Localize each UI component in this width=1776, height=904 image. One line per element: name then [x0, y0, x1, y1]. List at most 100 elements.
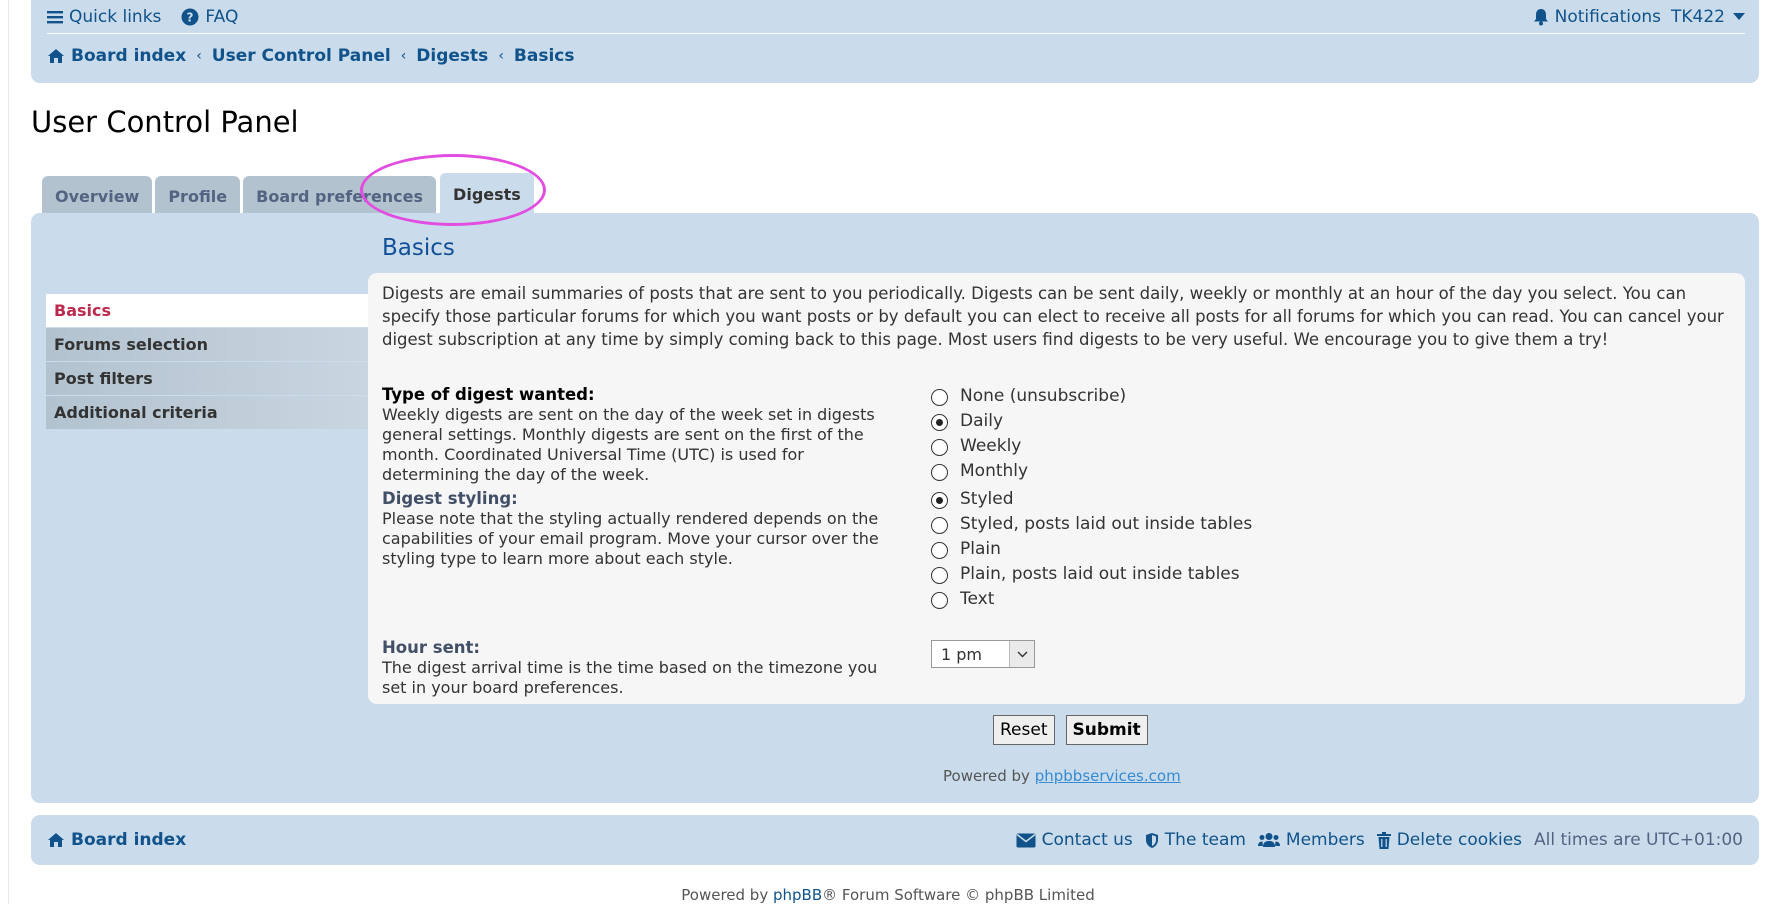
- sidebar-item-basics[interactable]: Basics: [46, 294, 368, 327]
- digest-styling-label: Digest styling:: [382, 489, 518, 508]
- form-buttons: Reset Submit: [993, 715, 1148, 745]
- radio-option-styled-tables[interactable]: Styled, posts laid out inside tables: [931, 511, 1252, 536]
- delete-cookies-label: Delete cookies: [1396, 830, 1523, 850]
- phpbbservices-link[interactable]: phpbbservices.com: [1035, 767, 1181, 785]
- radio-button[interactable]: [931, 542, 948, 559]
- reset-button[interactable]: Reset: [993, 715, 1055, 745]
- digest-styling-field: Digest styling: Please note that the sty…: [382, 489, 902, 569]
- radio-option-daily[interactable]: Daily: [931, 408, 1126, 433]
- radio-option-weekly[interactable]: Weekly: [931, 433, 1126, 458]
- radio-label: Styled, posts laid out inside tables: [960, 513, 1253, 534]
- digest-type-field: Type of digest wanted: Weekly digests ar…: [382, 385, 902, 485]
- radio-button[interactable]: [931, 464, 948, 481]
- breadcrumb-label: Digests: [416, 46, 489, 66]
- radio-option-styled[interactable]: Styled: [931, 486, 1252, 511]
- digest-type-options: None (unsubscribe) Daily Weekly Monthly: [931, 383, 1126, 483]
- radio-option-plain-tables[interactable]: Plain, posts laid out inside tables: [931, 561, 1252, 586]
- the-team-label: The team: [1164, 830, 1246, 850]
- copyright-suffix: ® Forum Software © phpBB Limited: [822, 886, 1095, 904]
- hour-sent-select[interactable]: 1 pm: [931, 640, 1035, 668]
- radio-button[interactable]: [931, 592, 948, 609]
- caret-down-icon: [1733, 12, 1745, 21]
- breadcrumb-ucp[interactable]: User Control Panel: [212, 46, 391, 66]
- header-navbar: Quick links ? FAQ Notifications TK422 Bo…: [31, 0, 1759, 83]
- footer-links: Contact us The team Members Delete cooki…: [1016, 830, 1743, 850]
- shield-icon: [1145, 832, 1159, 849]
- digest-styling-help: Please note that the styling actually re…: [382, 509, 879, 568]
- breadcrumb-board-index[interactable]: Board index: [47, 46, 186, 66]
- breadcrumb-label: Board index: [71, 46, 187, 66]
- tab-overview[interactable]: Overview: [42, 176, 153, 216]
- footer-board-index-label: Board index: [71, 830, 187, 850]
- quick-links-button[interactable]: Quick links: [47, 7, 161, 27]
- radio-label: Styled: [960, 488, 1014, 509]
- timezone-text: All times are UTC+01:00: [1534, 830, 1743, 850]
- radio-option-none[interactable]: None (unsubscribe): [931, 383, 1126, 408]
- hour-sent-value: 1 pm: [941, 644, 983, 664]
- radio-option-plain[interactable]: Plain: [931, 536, 1252, 561]
- radio-label: Daily: [960, 410, 1004, 431]
- quick-links-label: Quick links: [69, 6, 162, 27]
- question-circle-icon: ?: [181, 8, 199, 26]
- radio-button[interactable]: [931, 517, 948, 534]
- home-icon: [47, 48, 65, 64]
- breadcrumb-label: User Control Panel: [211, 46, 391, 66]
- breadcrumb-label: Basics: [513, 46, 575, 66]
- hour-sent-help: The digest arrival time is the time base…: [382, 658, 878, 697]
- hour-sent-field: Hour sent: The digest arrival time is th…: [382, 638, 902, 698]
- copyright-line: Powered by phpBB® Forum Software © phpBB…: [0, 886, 1776, 904]
- section-title: Basics: [382, 235, 455, 261]
- radio-label: None (unsubscribe): [960, 385, 1127, 406]
- radio-label: Weekly: [960, 435, 1022, 456]
- nav-top-bar: Quick links ? FAQ Notifications TK422: [47, 0, 1745, 34]
- radio-option-monthly[interactable]: Monthly: [931, 458, 1126, 483]
- radio-button[interactable]: [931, 389, 948, 406]
- tab-board-preferences[interactable]: Board preferences: [243, 176, 437, 216]
- username: TK422: [1671, 6, 1725, 27]
- footer-navbar: Board index Contact us The team Members …: [31, 815, 1759, 865]
- members-link[interactable]: Members: [1257, 830, 1365, 850]
- sidebar-item-post-filters[interactable]: Post filters: [46, 362, 368, 395]
- sidebar-item-forums-selection[interactable]: Forums selection: [46, 328, 368, 361]
- page-title: User Control Panel: [31, 105, 299, 139]
- submit-button[interactable]: Submit: [1065, 715, 1148, 745]
- envelope-icon: [1016, 833, 1036, 848]
- tab-profile[interactable]: Profile: [155, 176, 241, 216]
- ucp-panel: Basics Forums selection Post filters Add…: [31, 213, 1759, 803]
- chevron-left-icon: ‹: [196, 48, 202, 64]
- copyright-prefix: Powered by: [681, 886, 769, 904]
- notifications-button[interactable]: Notifications: [1533, 7, 1661, 27]
- digest-type-label: Type of digest wanted:: [382, 385, 595, 404]
- breadcrumb-digests[interactable]: Digests: [416, 46, 488, 66]
- footer-board-index-link[interactable]: Board index: [47, 830, 186, 850]
- radio-button-selected[interactable]: [931, 492, 948, 509]
- hour-sent-label: Hour sent:: [382, 638, 481, 657]
- phpbb-link[interactable]: phpBB: [773, 886, 822, 904]
- users-icon: [1257, 832, 1280, 848]
- delete-cookies-link[interactable]: Delete cookies: [1376, 830, 1523, 850]
- tab-digests[interactable]: Digests: [439, 172, 535, 216]
- svg-text:?: ?: [187, 10, 194, 24]
- radio-button-selected[interactable]: [931, 414, 948, 431]
- chevron-down-icon[interactable]: [1009, 641, 1034, 667]
- the-team-link[interactable]: The team: [1145, 830, 1246, 850]
- breadcrumb-basics[interactable]: Basics: [514, 46, 575, 66]
- sidebar-item-additional-criteria[interactable]: Additional criteria: [46, 396, 368, 429]
- radio-option-text[interactable]: Text: [931, 586, 1252, 611]
- hamburger-icon: [47, 9, 63, 25]
- radio-button[interactable]: [931, 567, 948, 584]
- page-edge-line: [8, 0, 9, 904]
- faq-link[interactable]: ? FAQ: [181, 7, 238, 27]
- powered-by-extension: Powered by phpbbservices.com: [943, 767, 1181, 785]
- radio-label: Text: [960, 588, 995, 609]
- user-menu-button[interactable]: TK422: [1671, 7, 1745, 27]
- home-icon: [47, 832, 65, 848]
- radio-button[interactable]: [931, 439, 948, 456]
- contact-us-link[interactable]: Contact us: [1016, 830, 1133, 850]
- sidebar-menu: Basics Forums selection Post filters Add…: [46, 294, 368, 430]
- powered-prefix: Powered by: [943, 767, 1030, 785]
- tab-bar: Overview Profile Board preferences Diges…: [42, 172, 535, 216]
- digest-type-help: Weekly digests are sent on the day of th…: [382, 405, 875, 484]
- intro-text: Digests are email summaries of posts tha…: [382, 284, 1724, 349]
- members-label: Members: [1285, 830, 1365, 850]
